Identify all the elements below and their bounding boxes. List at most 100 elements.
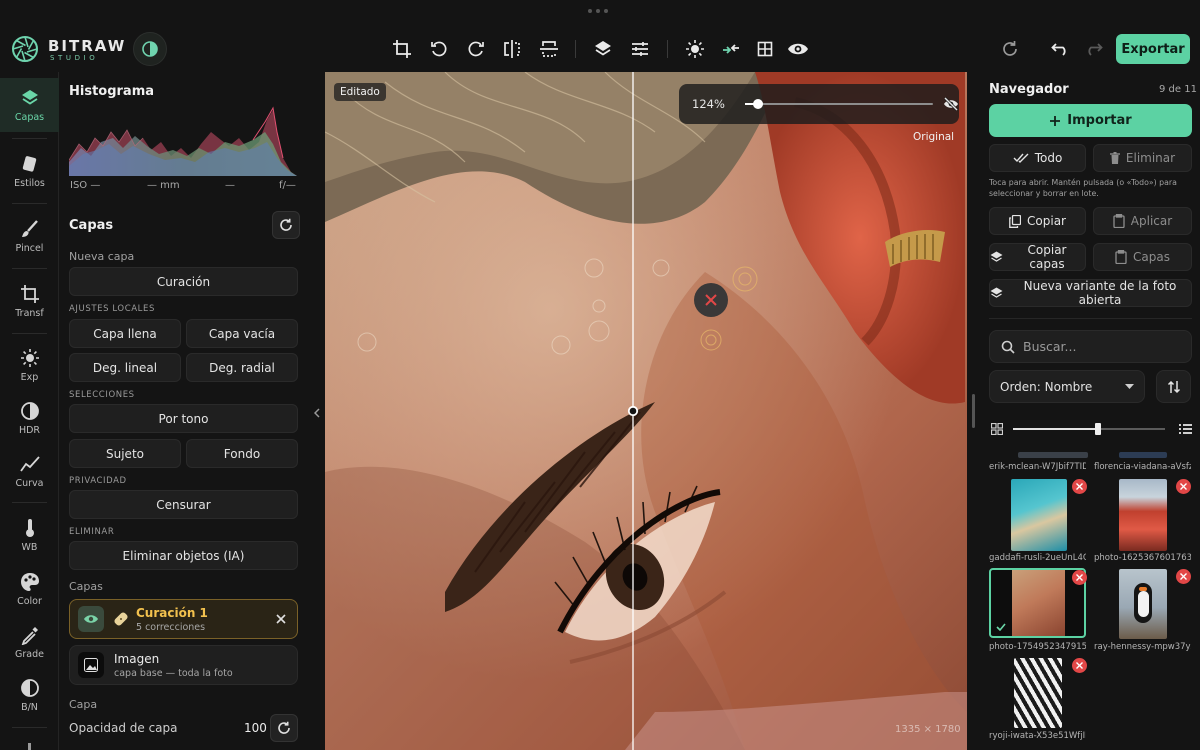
sort-select[interactable]: Orden: Nombre	[989, 370, 1145, 403]
eyedropper-icon	[19, 624, 41, 646]
import-button[interactable]: Importar	[989, 104, 1192, 137]
photo-canvas[interactable]: Editado Original 124% 1335 × 1780	[325, 72, 967, 750]
radial-gradient-button[interactable]: Deg. radial	[186, 353, 298, 382]
rail-label: Transf	[15, 308, 44, 319]
flip-vertical-icon[interactable]	[538, 38, 560, 60]
sort-direction-button[interactable]	[1156, 370, 1191, 403]
remove-photo-button[interactable]	[1176, 479, 1191, 494]
rail-item-transf[interactable]: Transf	[0, 274, 59, 328]
rail-item-wb[interactable]: WB	[0, 508, 59, 562]
layers-section-title: Capas	[69, 218, 114, 233]
close-icon[interactable]	[275, 613, 287, 625]
rotate-right-icon[interactable]	[465, 38, 487, 60]
layers-icon[interactable]	[592, 38, 614, 60]
layer-item-curation[interactable]: Curación 1 5 correcciones	[69, 599, 298, 639]
rail-item-estilos[interactable]: Estilos	[0, 144, 59, 198]
zoom-slider[interactable]	[745, 97, 933, 111]
photo-name: florencia-viadana-aVsfz6	[1094, 462, 1191, 472]
censor-button[interactable]: Censurar	[69, 490, 298, 519]
eye-off-icon[interactable]	[943, 97, 959, 111]
flip-horizontal-icon[interactable]	[501, 38, 523, 60]
shutter-value: —	[225, 180, 235, 191]
rail-label: Pincel	[15, 243, 44, 254]
crop-icon[interactable]	[391, 38, 413, 60]
exposure-icon[interactable]	[684, 38, 706, 60]
grid-icon[interactable]	[754, 38, 776, 60]
photo-thumbnail[interactable]	[1119, 479, 1167, 551]
panel-resize-handle[interactable]	[972, 394, 975, 428]
copy-settings-button[interactable]: Copiar	[989, 207, 1086, 235]
full-layer-button[interactable]: Capa llena	[69, 319, 181, 348]
new-variant-button[interactable]: Nueva variante de la foto abierta	[989, 279, 1192, 307]
rail-item-bn[interactable]: B/N	[0, 668, 59, 722]
brand-name: BITRAW	[48, 37, 127, 55]
brush-icon	[19, 218, 41, 240]
search-icon	[1001, 340, 1015, 354]
delete-marker-button[interactable]	[694, 283, 728, 317]
visibility-eye-icon[interactable]	[78, 606, 104, 632]
apply-settings-button[interactable]: Aplicar	[1093, 207, 1192, 235]
more-tools-indicator	[28, 743, 31, 750]
collapse-panel-chevron-icon[interactable]	[312, 406, 322, 420]
rail-item-hdr[interactable]: HDR	[0, 391, 59, 445]
refresh-layers-button[interactable]	[272, 211, 300, 239]
redo-icon[interactable]	[1082, 38, 1104, 60]
photo-thumbnail[interactable]	[1119, 452, 1167, 458]
photo-name: photo-1754952347915-1f	[989, 642, 1086, 652]
exposure-icon	[19, 347, 41, 369]
remove-objects-ai-button[interactable]: Eliminar objetos (IA)	[69, 541, 298, 570]
brand-subtitle: STUDIO	[50, 54, 99, 62]
thumbnail-size-handle[interactable]	[1095, 423, 1102, 435]
remove-photo-button[interactable]	[1072, 570, 1087, 585]
linear-gradient-button[interactable]: Deg. lineal	[69, 353, 181, 382]
undo-icon[interactable]	[1050, 38, 1072, 60]
rail-item-color[interactable]: Color	[0, 562, 59, 616]
aperture-logo-icon	[11, 35, 39, 63]
half-circle-icon	[142, 41, 158, 57]
delete-photos-button[interactable]: Eliminar	[1093, 144, 1192, 172]
hdr-icon	[19, 400, 41, 422]
rotate-left-icon[interactable]	[428, 38, 450, 60]
reset-opacity-button[interactable]	[270, 714, 298, 742]
apply-label: Aplicar	[1130, 214, 1173, 228]
rail-item-grade[interactable]: Grade	[0, 615, 59, 669]
select-subject-button[interactable]: Sujeto	[69, 439, 181, 468]
photo-name: gaddafi-rusli-2ueUnL4Ck	[989, 553, 1086, 563]
reset-icon[interactable]	[999, 38, 1021, 60]
rail-item-capas[interactable]: Capas	[0, 78, 59, 132]
zoom-slider-handle[interactable]	[753, 99, 764, 109]
select-by-tone-button[interactable]: Por tono	[69, 404, 298, 433]
layers-icon	[19, 87, 41, 109]
rail-item-exp[interactable]: Exp	[0, 338, 59, 392]
grid-view-icon[interactable]	[991, 423, 1003, 435]
window-grip[interactable]	[588, 9, 612, 15]
paste-layers-button[interactable]: Capas	[1093, 243, 1192, 271]
photo-thumbnail[interactable]	[1018, 452, 1088, 458]
photo-thumbnail[interactable]	[1014, 658, 1062, 728]
remove-photo-button[interactable]	[1072, 658, 1087, 673]
empty-layer-button[interactable]: Capa vacía	[186, 319, 298, 348]
list-view-icon[interactable]	[1179, 423, 1192, 435]
new-variant-label: Nueva variante de la foto abierta	[1023, 279, 1177, 307]
curation-button[interactable]: Curación	[69, 267, 298, 296]
select-background-button[interactable]: Fondo	[186, 439, 298, 468]
layer-item-image[interactable]: Imagen capa base — toda la foto	[69, 645, 298, 685]
search-input[interactable]	[1023, 339, 1183, 354]
rail-item-pincel[interactable]: Pincel	[0, 209, 59, 263]
remove-photo-button[interactable]	[1072, 479, 1087, 494]
photo-name: photo-1625367601763-0	[1094, 553, 1191, 563]
theme-toggle-button[interactable]	[133, 32, 167, 66]
adjustments-icon[interactable]	[629, 38, 651, 60]
select-all-label: Todo	[1034, 151, 1063, 165]
photo-thumbnail[interactable]	[1119, 569, 1167, 639]
photo-thumbnail[interactable]	[1011, 479, 1067, 551]
copy-layers-button[interactable]: Copiar capas	[989, 243, 1086, 271]
select-all-button[interactable]: Todo	[989, 144, 1086, 172]
remove-photo-button[interactable]	[1176, 569, 1191, 584]
compare-icon[interactable]	[720, 38, 742, 60]
rail-label: Exp	[20, 372, 39, 383]
rail-item-curva[interactable]: Curva	[0, 444, 59, 498]
search-box[interactable]	[989, 330, 1192, 363]
eye-icon[interactable]	[787, 38, 809, 60]
export-button[interactable]: Exportar	[1116, 34, 1190, 64]
